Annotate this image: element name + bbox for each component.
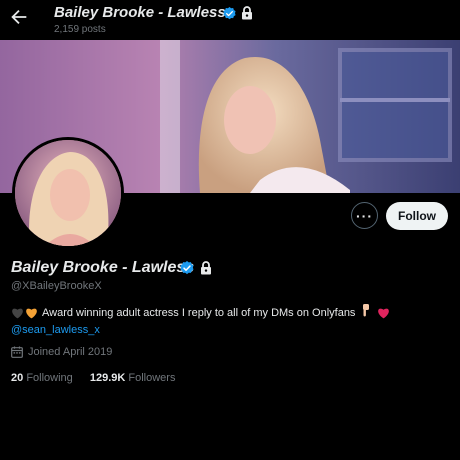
profile-avatar[interactable]: [12, 137, 124, 249]
verified-badge-icon: [223, 6, 236, 19]
lock-icon: [201, 261, 211, 275]
follow-stats: 20 Following 129.9K Followers: [11, 372, 175, 384]
profile-handle: @XBaileyBrookeX: [11, 280, 102, 292]
header-display-name: Bailey Brooke - Lawless: [54, 4, 226, 21]
join-date-text: Joined April 2019: [28, 346, 113, 358]
avatar-photo: [15, 140, 121, 246]
top-bar: Bailey Brooke - Lawless 2,159 posts: [0, 0, 460, 40]
follow-button[interactable]: Follow: [386, 202, 448, 230]
orange-heart-icon: [26, 308, 37, 319]
red-heart-icon: [378, 308, 390, 319]
posts-count: 2,159 posts: [54, 24, 106, 35]
bio-line: Award winning adult actress I reply to a…: [11, 304, 451, 322]
bio-text: Award winning adult actress I reply to a…: [42, 307, 356, 319]
profile-page: Bailey Brooke - Lawless 2,159 posts ··· …: [0, 0, 460, 460]
join-date: Joined April 2019: [11, 346, 112, 358]
following-label: Following: [26, 372, 73, 384]
calendar-icon: [11, 346, 23, 358]
following-count: 20: [11, 372, 24, 384]
black-heart-icon: [12, 308, 23, 319]
profile-badges: [179, 260, 212, 276]
back-arrow-icon[interactable]: [8, 6, 30, 28]
profile-display-name: Bailey Brooke - Lawless: [11, 259, 195, 276]
header-badges: [222, 5, 253, 21]
verified-badge-icon: [180, 261, 194, 275]
following-link[interactable]: 20 Following: [11, 372, 76, 384]
bio-mention-link[interactable]: @sean_lawless_x: [11, 322, 451, 338]
followers-link[interactable]: 129.9K Followers: [90, 372, 176, 384]
profile-bio: Award winning adult actress I reply to a…: [11, 304, 451, 338]
lock-icon: [242, 6, 252, 20]
pointing-down-icon: [360, 304, 371, 322]
followers-count: 129.9K: [89, 372, 126, 384]
more-options-icon: ···: [356, 207, 373, 224]
followers-label: Followers: [128, 372, 176, 384]
more-options-button[interactable]: ···: [351, 202, 378, 229]
